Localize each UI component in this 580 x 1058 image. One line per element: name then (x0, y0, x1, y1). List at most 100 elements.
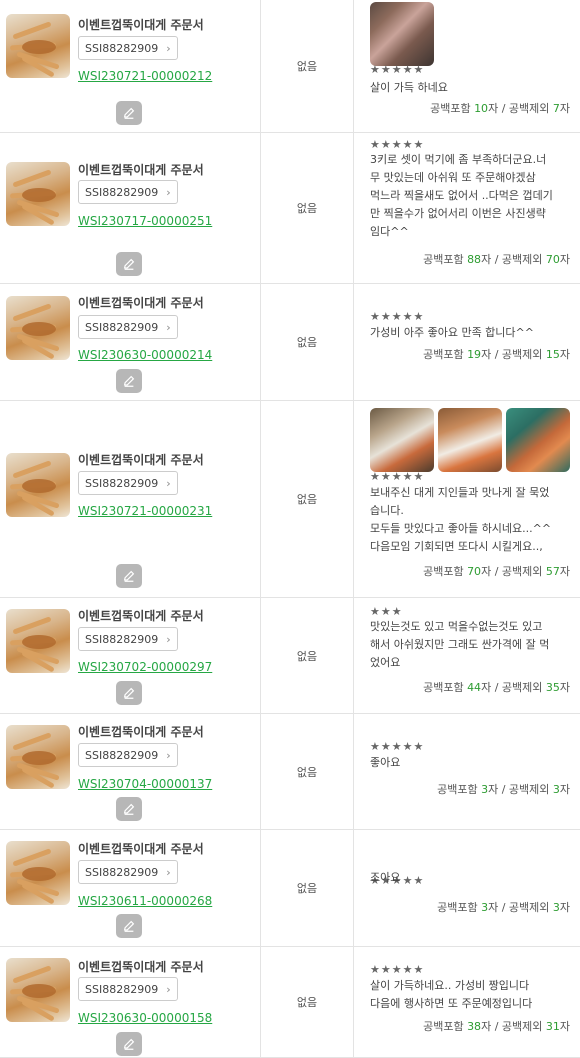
pencil-icon (123, 107, 135, 119)
pencil-icon (123, 570, 135, 582)
count-label-excl: / 공백제외 (494, 565, 543, 578)
count-excl-unit: 자 (559, 102, 570, 115)
product-cell: 이벤트껍뚝이대게 주문서 SSI88282909 › WSI230611-000002… (0, 830, 261, 946)
count-incl-unit: 자 (481, 1020, 492, 1033)
count-excl-unit: 자 (559, 901, 570, 914)
sku-code: SSI88282909 (85, 477, 159, 490)
review-text: 조아요 (370, 871, 401, 884)
char-count: 공백포함 3자 / 공백제외 3자 (437, 899, 570, 915)
crab-leg-shape (12, 169, 52, 188)
count-incl-unit: 자 (481, 253, 492, 266)
count-excl-number: 57 (545, 565, 560, 578)
order-number-link[interactable]: WSI230611-00000268 (78, 894, 212, 908)
count-excl-number: 7 (552, 102, 560, 115)
sku-button[interactable]: SSI88282909 › (78, 743, 178, 767)
product-name[interactable]: 이벤트껍뚝이대게 주문서 (78, 161, 204, 178)
crab-leg-shape (12, 21, 52, 40)
order-number-link[interactable]: WSI230721-00000231 (78, 504, 212, 518)
sku-code: SSI88282909 (85, 633, 159, 646)
rating-stars: ★★★ (370, 605, 403, 618)
review-text: 맛있는것도 있고 먹을수없는것도 있고 해서 아쉬웠지만 그래도 싼가격에 잘 … (370, 620, 550, 669)
order-number-link[interactable]: WSI230630-00000214 (78, 348, 212, 362)
product-name[interactable]: 이벤트껍뚝이대게 주문서 (78, 723, 204, 740)
crab-thumbnail (6, 841, 70, 905)
sku-button[interactable]: SSI88282909 › (78, 180, 178, 204)
crab-thumbnail (6, 725, 70, 789)
sku-button[interactable]: SSI88282909 › (78, 36, 178, 60)
order-number-link[interactable]: WSI230704-00000137 (78, 777, 212, 791)
count-incl-number: 70 (467, 565, 482, 578)
order-number-link[interactable]: WSI230630-00000158 (78, 1011, 212, 1025)
sku-button[interactable]: SSI88282909 › (78, 627, 178, 651)
chevron-right-icon: › (166, 42, 171, 55)
sku-button[interactable]: SSI88282909 › (78, 860, 178, 884)
pencil-icon (123, 803, 135, 815)
count-excl-number: 31 (545, 1020, 560, 1033)
crab-leg-shape (12, 965, 52, 984)
photo-crab-plate-1[interactable] (370, 408, 434, 472)
pencil-icon (123, 375, 135, 387)
crab-shell-shape (22, 40, 56, 54)
review-cell: ★★★★★ 3키로 셋이 먹기에 좀 부족하더군요.너 무 맛있는데 아쉬워 또 … (354, 133, 580, 283)
edit-button[interactable] (116, 101, 142, 125)
option-value: 없음 (261, 133, 354, 283)
count-excl-number: 3 (552, 783, 560, 796)
product-name[interactable]: 이벤트껍뚝이대게 주문서 (78, 607, 204, 624)
count-excl-number: 70 (545, 253, 560, 266)
sku-code: SSI88282909 (85, 42, 159, 55)
count-incl-number: 10 (474, 102, 489, 115)
count-excl-unit: 자 (559, 783, 570, 796)
edit-button[interactable] (116, 252, 142, 276)
review-text: 보내주신 대게 지인들과 맛나게 잘 묵었 습니다. 모두들 맛있다고 좋아들 … (370, 486, 552, 553)
review-cell: ★★★★★ 조아요 공백포함 3자 / 공백제외 3자 (354, 830, 580, 946)
product-cell: 이벤트껍뚝이대게 주문서 SSI88282909 › WSI230717-000002… (0, 133, 261, 283)
edit-button[interactable] (116, 797, 142, 821)
pencil-icon (123, 920, 135, 932)
count-label-incl: 공백포함 (423, 1020, 464, 1033)
count-incl-unit: 자 (481, 681, 492, 694)
sku-button[interactable]: SSI88282909 › (78, 977, 178, 1001)
crab-shell-shape (22, 188, 56, 202)
product-name[interactable]: 이벤트껍뚝이대게 주문서 (78, 294, 204, 311)
edit-button[interactable] (116, 914, 142, 938)
order-number-link[interactable]: WSI230721-00000212 (78, 69, 212, 83)
photo-crab-legs[interactable] (370, 2, 434, 66)
count-label-excl: / 공백제외 (494, 348, 543, 361)
sku-button[interactable]: SSI88282909 › (78, 315, 178, 339)
crab-shell-shape (22, 635, 56, 649)
product-name[interactable]: 이벤트껍뚝이대게 주문서 (78, 840, 204, 857)
product-name[interactable]: 이벤트껍뚝이대게 주문서 (78, 16, 204, 33)
count-label-excl: / 공백제외 (494, 1020, 543, 1033)
chevron-right-icon: › (166, 749, 171, 762)
count-label-excl: / 공백제외 (494, 253, 543, 266)
review-row: 이벤트껍뚝이대게 주문서 SSI88282909 › WSI230630-000001… (0, 947, 580, 1058)
edit-button[interactable] (116, 564, 142, 588)
order-number-link[interactable]: WSI230702-00000297 (78, 660, 212, 674)
sku-button[interactable]: SSI88282909 › (78, 471, 178, 495)
product-cell: 이벤트껍뚝이대게 주문서 SSI88282909 › WSI230702-000002… (0, 598, 261, 713)
crab-shell-shape (22, 867, 56, 881)
review-text: 가성비 아주 좋아요 만족 합니다^^ (370, 326, 534, 339)
photo-crab-plate-2[interactable] (438, 408, 502, 472)
edit-button[interactable] (116, 681, 142, 705)
chevron-right-icon: › (166, 983, 171, 996)
chevron-right-icon: › (166, 477, 171, 490)
edit-button[interactable] (116, 369, 142, 393)
crab-shell-shape (22, 322, 56, 336)
char-count: 공백포함 10자 / 공백제외 7자 (430, 100, 570, 116)
product-name[interactable]: 이벤트껍뚝이대게 주문서 (78, 451, 204, 468)
sku-code: SSI88282909 (85, 749, 159, 762)
review-text: 3키로 셋이 먹기에 좀 부족하더군요.너 무 맛있는데 아쉬워 또 주문해야겠… (370, 153, 553, 238)
product-name[interactable]: 이벤트껍뚝이대게 주문서 (78, 958, 204, 975)
edit-button[interactable] (116, 1032, 142, 1056)
rating-stars: ★★★★★ (370, 740, 425, 753)
count-label-excl: / 공백제외 (494, 681, 543, 694)
product-cell: 이벤트껍뚝이대게 주문서 SSI88282909 › WSI230721-000002… (0, 401, 261, 597)
count-incl-number: 38 (467, 1020, 482, 1033)
count-excl-number: 15 (545, 348, 560, 361)
photo-crab-plate-3[interactable] (506, 408, 570, 472)
count-excl-unit: 자 (559, 253, 570, 266)
count-label-incl: 공백포함 (430, 102, 471, 115)
review-photos (370, 408, 570, 472)
order-number-link[interactable]: WSI230717-00000251 (78, 214, 212, 228)
